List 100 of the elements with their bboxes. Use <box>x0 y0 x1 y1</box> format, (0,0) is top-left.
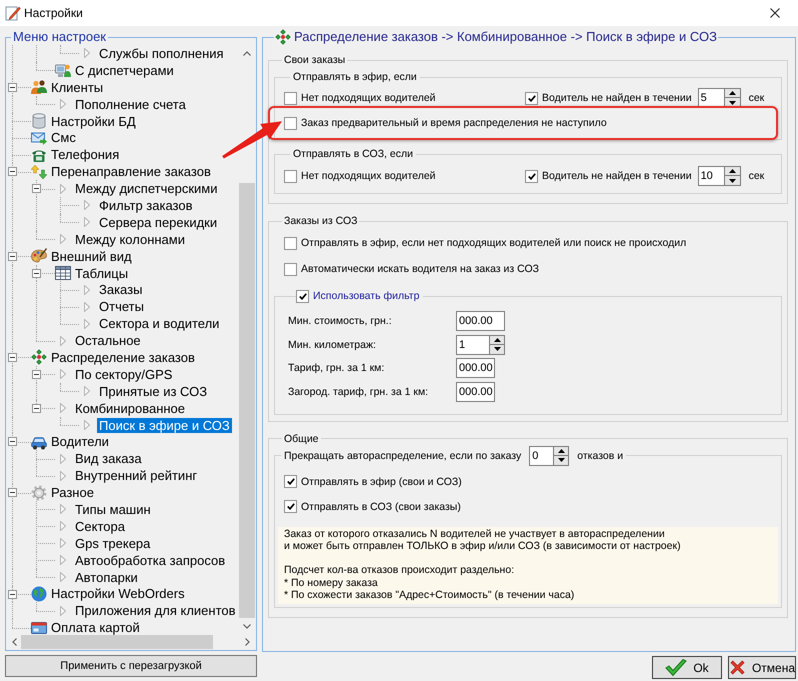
number-field[interactable]: 10 <box>698 166 724 186</box>
checkbox[interactable] <box>284 262 297 276</box>
cancel-button[interactable]: Отмена <box>728 656 796 679</box>
tree-item[interactable]: Между колоннами <box>73 232 187 247</box>
tree-toggle[interactable] <box>8 252 17 261</box>
triangle-icon <box>84 200 90 210</box>
spin-up-button[interactable] <box>724 166 741 176</box>
tree-item[interactable]: С диспетчерами <box>73 62 176 78</box>
caret-up-icon <box>494 338 500 342</box>
tree-toggle[interactable] <box>8 488 17 498</box>
number-field[interactable]: 0 <box>529 446 554 466</box>
tree-item[interactable]: Оплата картой <box>49 620 142 636</box>
group-title: Заказы из СОЗ <box>284 215 358 227</box>
scrollbar-thumb[interactable] <box>239 183 255 618</box>
tree-item[interactable]: Распределение заказов <box>49 350 197 365</box>
tree-item[interactable]: Заказы <box>97 282 144 298</box>
pencil-icon <box>5 5 21 21</box>
tree-item[interactable]: Отчеты <box>97 299 146 314</box>
tree-item[interactable]: Водители <box>49 434 111 450</box>
monitor-user-icon <box>55 62 71 78</box>
scrollbar-thumb[interactable] <box>21 635 213 649</box>
spin-down-button[interactable] <box>553 456 570 466</box>
tree-item[interactable]: Автообработка запросов <box>73 552 228 568</box>
checkbox[interactable] <box>284 500 297 513</box>
tree-item[interactable]: Службы пополнения <box>97 46 226 61</box>
cross-nodes-icon <box>31 349 47 366</box>
tree-item[interactable]: Внешний вид <box>49 248 134 264</box>
checkbox[interactable] <box>296 290 309 302</box>
tree-item[interactable]: Телефония <box>49 147 122 162</box>
spin-down-button[interactable] <box>489 344 505 354</box>
tree-item[interactable]: Принятые из СОЗ <box>97 384 210 399</box>
tree-item[interactable]: Клиенты <box>49 80 106 95</box>
tree-item[interactable]: Сектора <box>73 518 127 534</box>
checkbox[interactable] <box>284 92 297 104</box>
tree-item[interactable]: Сектора и водители <box>97 316 222 332</box>
spin-down-button[interactable] <box>724 176 741 186</box>
tree-item[interactable]: Остальное <box>73 333 143 348</box>
tree-item[interactable]: Настройки БД <box>49 114 138 128</box>
tree-toggle[interactable] <box>32 370 41 379</box>
checkbox[interactable] <box>284 475 297 488</box>
tree-item[interactable]: Вид заказа <box>73 451 144 466</box>
table-icon <box>55 265 71 282</box>
checkbox-label: Нет подходящих водителей <box>301 169 436 183</box>
tree-item[interactable]: Поиск в эфире и СОЗ <box>97 418 232 433</box>
text-field[interactable]: 000.00 <box>456 311 505 331</box>
tree-toggle[interactable] <box>8 590 17 598</box>
panel-title: Меню настроек <box>12 29 107 45</box>
note-paragraph: Заказ от которого отказались N водителей не участвует в автораспределении и может быть отправлен ТОЛЬКО в эфир и/или СОЗ (в зависимости от настроек) <box>284 528 682 552</box>
tree-item[interactable]: Настройки WebOrders <box>49 586 187 602</box>
tree-toggle[interactable] <box>8 353 17 362</box>
note-paragraph: Подсчет кол-ва отказов происходит раздельно: * По номеру заказа * По схожести заказов "Адрес+Стоимость" (в течении часа) <box>284 564 576 602</box>
tree-item[interactable]: Пополнение счета <box>73 96 188 112</box>
text-field[interactable]: 000.00 <box>456 358 495 378</box>
chevron-up-icon <box>243 51 251 56</box>
checkbox[interactable] <box>284 116 297 130</box>
caret-down-icon <box>728 100 736 104</box>
tree-item[interactable]: Фильтр заказов <box>97 198 194 213</box>
text-field[interactable]: 000.00 <box>456 382 495 402</box>
tree-item[interactable]: Типы машин <box>73 502 153 517</box>
tree-toggle[interactable] <box>32 404 41 413</box>
tree-item[interactable]: Gps трекера <box>73 536 152 551</box>
checkbox[interactable] <box>284 236 297 250</box>
group-title: Прекращать автораспределение, если по заказу <box>284 448 522 462</box>
triangle-icon <box>60 99 66 110</box>
window-title: Настройки <box>24 5 83 22</box>
triangle-icon <box>84 48 90 58</box>
triangle-icon <box>84 302 90 312</box>
tree-toggle[interactable] <box>8 167 17 176</box>
tree-item[interactable]: Разное <box>49 485 96 500</box>
checkbox[interactable] <box>284 170 297 182</box>
tree-item[interactable]: Автопарки <box>73 570 140 585</box>
tree-toggle[interactable] <box>8 82 17 92</box>
spin-up-button[interactable] <box>489 334 505 344</box>
tree-item[interactable]: По сектору/GPS <box>73 366 174 382</box>
checkbox[interactable] <box>525 92 538 104</box>
group-title: Отправлять в СОЗ, если <box>293 148 413 160</box>
tree-toggle[interactable] <box>32 184 41 194</box>
tree-item[interactable]: Приложения для клиентов <box>73 603 238 618</box>
tree-item[interactable]: Между диспетчерскими <box>73 181 220 196</box>
tree-toggle[interactable] <box>8 437 17 446</box>
close-icon[interactable] <box>770 8 780 18</box>
tree-item[interactable]: Сервера перекидки <box>97 214 220 230</box>
tree-item[interactable]: Таблицы <box>73 266 130 281</box>
tree-item[interactable]: Перенаправление заказов <box>49 164 213 180</box>
spin-up-button[interactable] <box>724 88 741 98</box>
spin-up-button[interactable] <box>553 446 570 456</box>
caret-down-icon <box>728 178 736 182</box>
checkbox-label: Водитель не найден в течении <box>542 91 692 105</box>
tree-toggle[interactable] <box>32 268 41 278</box>
triangle-icon <box>84 386 90 396</box>
tree-item[interactable]: Смс <box>49 130 78 146</box>
tree-item[interactable]: Внутренний рейтинг <box>73 468 200 484</box>
tree-item[interactable]: Комбинированное <box>73 400 188 416</box>
triangle-icon <box>60 234 66 244</box>
number-field[interactable]: 1 <box>456 334 489 354</box>
checkbox[interactable] <box>525 170 538 182</box>
field-label: Тариф, грн. за 1 км: <box>288 361 386 375</box>
number-field[interactable]: 5 <box>698 88 724 108</box>
apply-restart-button[interactable]: Применить с перезагрузкой <box>5 655 257 677</box>
ok-button[interactable]: Ok <box>652 656 722 679</box>
